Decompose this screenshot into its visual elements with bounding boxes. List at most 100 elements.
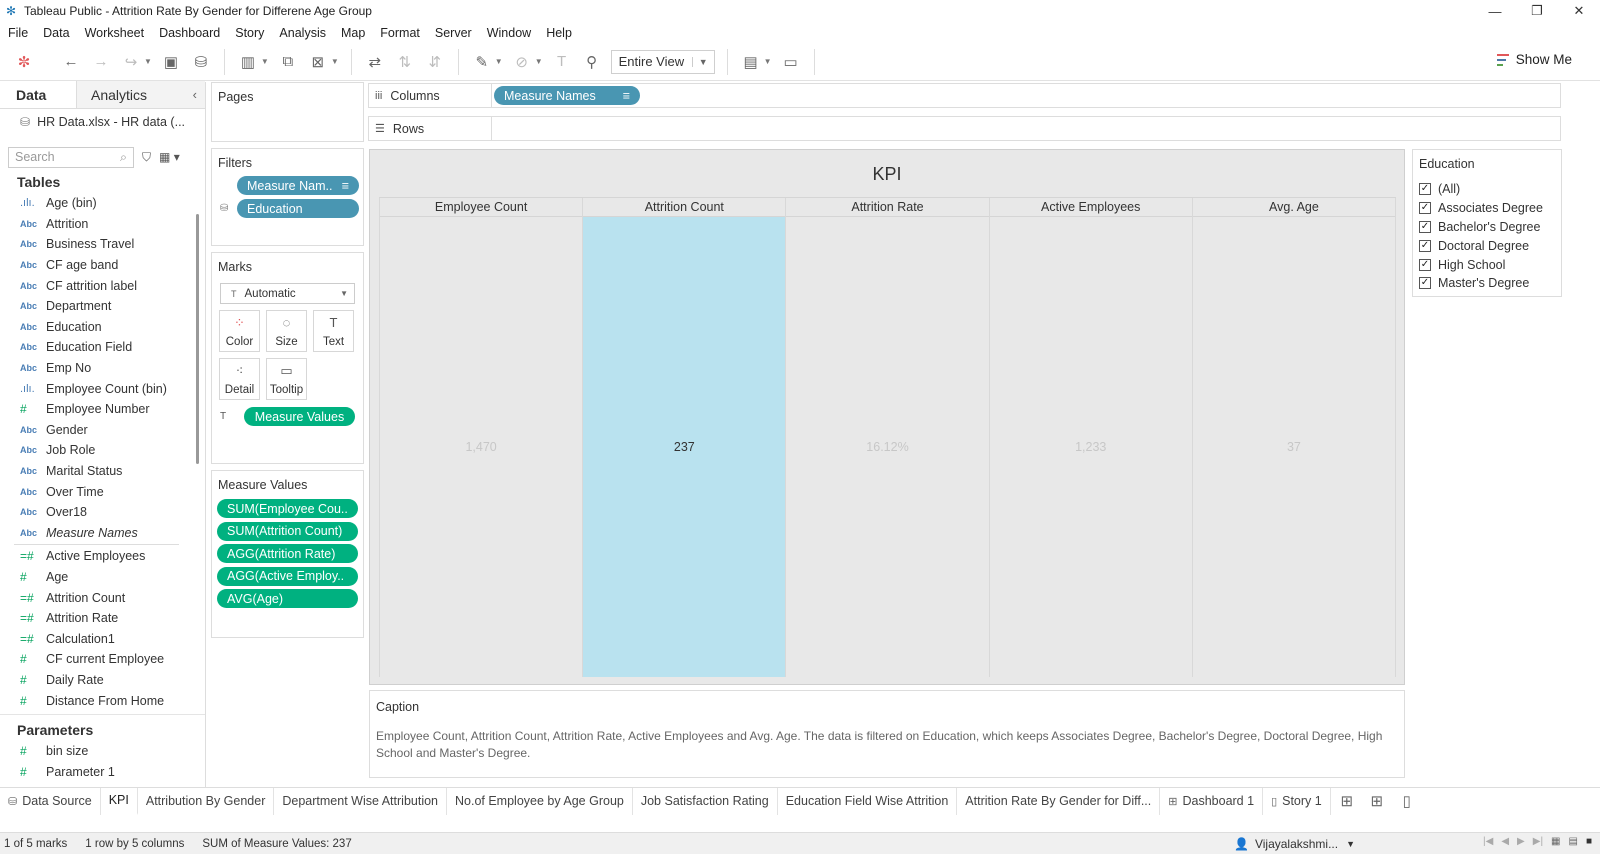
menu-help[interactable]: Help — [546, 26, 572, 40]
marks-color-button[interactable]: ⁘ Color — [219, 310, 260, 352]
filter-pill-education[interactable]: Education — [237, 199, 359, 218]
kpi-column-header[interactable]: Employee Count — [380, 198, 583, 217]
search-input[interactable]: Search ⌕ — [8, 146, 134, 168]
field-item[interactable]: # Employee Number — [0, 399, 205, 420]
filmstrip-view-icon[interactable]: ▤ — [1569, 836, 1578, 847]
chevron-down-icon[interactable]: ▼ — [535, 57, 543, 66]
tabs-view-icon[interactable]: ■ — [1586, 836, 1592, 847]
filter-pill-measure-names[interactable]: Measure Nam.. ≡ — [237, 176, 359, 195]
checkbox-checked-icon[interactable]: ✓ — [1419, 277, 1431, 290]
kpi-value-cell[interactable]: 1,470 — [380, 217, 582, 677]
menu-dashboard[interactable]: Dashboard — [159, 26, 220, 40]
undo-icon[interactable]: ← — [59, 50, 83, 74]
show-mark-labels-icon[interactable]: T — [550, 50, 574, 74]
mark-type-select[interactable]: T Automatic ▼ — [220, 283, 355, 304]
marks-tooltip-button[interactable]: ▭ Tooltip — [266, 358, 307, 400]
field-item[interactable]: # CF current Employee — [0, 649, 205, 670]
field-item[interactable]: .ılı. Age (bin) — [0, 193, 205, 214]
sheet-tab[interactable]: ⊞ Dashboard 1 — [1160, 787, 1264, 815]
menu-window[interactable]: Window — [487, 26, 531, 40]
menu-format[interactable]: Format — [380, 26, 420, 40]
chevron-down-icon[interactable]: ▼ — [764, 57, 772, 66]
columns-shelf[interactable]: iii Columns Measure Names ≡ — [368, 83, 1561, 108]
sheet-tab[interactable]: Attribution By Gender — [138, 787, 275, 815]
menu-analysis[interactable]: Analysis — [279, 26, 326, 40]
close-button[interactable]: ✕ — [1558, 0, 1600, 22]
prev-sheet-icon[interactable]: ◀ — [1501, 836, 1509, 847]
menu-file[interactable]: File — [8, 26, 28, 40]
kpi-value-cell[interactable]: 1,233 — [990, 217, 1192, 677]
field-item[interactable]: .ılı. Employee Count (bin) — [0, 378, 205, 399]
field-item[interactable]: =# Attrition Rate — [0, 608, 205, 629]
field-item[interactable]: Abc CF attrition label — [0, 275, 205, 296]
marks-detail-button[interactable]: ⁖ Detail — [219, 358, 260, 400]
next-sheet-icon[interactable]: ▶ — [1517, 836, 1525, 847]
chevron-down-icon[interactable]: ▼ — [495, 57, 503, 66]
user-menu[interactable]: 👤 Vijayalakshmi... ▼ — [1234, 833, 1355, 855]
field-item[interactable]: Abc Measure Names — [0, 523, 205, 544]
sheet-tab[interactable]: Job Satisfaction Rating — [633, 787, 778, 815]
field-item[interactable]: =# Active Employees — [0, 546, 205, 567]
education-filter-item[interactable]: ✓ (All) — [1419, 180, 1555, 199]
sheet-tab[interactable]: KPI — [100, 787, 138, 815]
sheet-tab[interactable]: No.of Employee by Age Group — [447, 787, 633, 815]
columns-pill-measure-names[interactable]: Measure Names ≡ — [494, 86, 640, 105]
tableau-home-icon[interactable]: ✼ — [12, 50, 36, 74]
parameter-item[interactable]: # bin size — [0, 741, 205, 762]
show-cards-icon[interactable]: ▤ — [739, 50, 763, 74]
field-item[interactable]: # Daily Rate — [0, 670, 205, 691]
kpi-value-cell[interactable]: 16.12% — [786, 217, 988, 677]
new-dashboard-icon[interactable]: ⊞ — [1365, 789, 1389, 813]
education-filter-item[interactable]: ✓ High School — [1419, 255, 1555, 274]
field-item[interactable]: Abc Over18 — [0, 502, 205, 523]
highlight-icon[interactable]: ✎ — [470, 50, 494, 74]
minimize-button[interactable]: — — [1474, 0, 1516, 22]
replay-icon[interactable]: ↪ — [119, 50, 143, 74]
field-item[interactable]: Abc Emp No — [0, 358, 205, 379]
field-item[interactable]: # Distance From Home — [0, 690, 205, 711]
fix-axes-icon[interactable]: ⚲ — [580, 50, 604, 74]
measure-value-pill[interactable]: AGG(Active Employ.. — [217, 566, 358, 586]
kpi-column-header[interactable]: Active Employees — [989, 198, 1192, 217]
rows-shelf[interactable]: ☰ Rows — [368, 116, 1561, 141]
sheet-tab[interactable]: Education Field Wise Attrition — [778, 787, 958, 815]
clear-sheet-icon[interactable]: ⊠ — [306, 50, 330, 74]
new-story-icon[interactable]: ▯ — [1395, 789, 1419, 813]
duplicate-sheet-icon[interactable]: ⧉ — [276, 50, 300, 74]
fields-scrollbar[interactable] — [196, 214, 199, 464]
last-sheet-icon[interactable]: ▶| — [1533, 836, 1543, 847]
field-item[interactable]: Abc Department — [0, 296, 205, 317]
tab-analytics[interactable]: Analytics — [77, 81, 205, 108]
presentation-mode-icon[interactable]: ▭ — [779, 50, 803, 74]
field-item[interactable]: =# Calculation1 — [0, 628, 205, 649]
education-filter-item[interactable]: ✓ Associates Degree — [1419, 199, 1555, 218]
swap-rows-columns-icon[interactable]: ⇄ — [363, 50, 387, 74]
save-icon[interactable]: ▣ — [159, 50, 183, 74]
kpi-column-header[interactable]: Attrition Count — [583, 198, 786, 217]
new-datasource-icon[interactable]: ⛁ — [189, 50, 213, 74]
menu-data[interactable]: Data — [43, 26, 69, 40]
filters-card[interactable]: Filters Measure Nam.. ≡ ⛁ Education — [211, 148, 364, 246]
education-filter-item[interactable]: ✓ Master's Degree — [1419, 274, 1555, 293]
view-options-icon[interactable]: ▦ ▾ — [159, 150, 180, 164]
menu-worksheet[interactable]: Worksheet — [85, 26, 145, 40]
checkbox-checked-icon[interactable]: ✓ — [1419, 258, 1431, 271]
kpi-value-cell[interactable]: 37 — [1193, 217, 1395, 677]
sort-ascending-icon[interactable]: ⇅ — [393, 50, 417, 74]
field-item[interactable]: Abc CF age band — [0, 255, 205, 276]
fit-view-select[interactable]: Entire View ▼ — [610, 49, 715, 74]
sorter-view-icon[interactable]: ▦ — [1551, 836, 1560, 847]
kpi-column-header[interactable]: Attrition Rate — [786, 198, 989, 217]
field-item[interactable]: # Age — [0, 567, 205, 588]
marks-text-button[interactable]: T Text — [313, 310, 354, 352]
redo-icon[interactable]: → — [89, 50, 113, 74]
field-item[interactable]: =# Attrition Count — [0, 587, 205, 608]
measure-value-pill[interactable]: AVG(Age) — [217, 589, 358, 608]
education-filter-item[interactable]: ✓ Doctoral Degree — [1419, 236, 1555, 255]
chevron-down-icon[interactable]: ▼ — [261, 57, 269, 66]
measure-value-pill[interactable]: SUM(Attrition Count) — [217, 521, 358, 541]
marks-pill-measure-values[interactable]: Measure Values — [244, 407, 355, 426]
field-item[interactable]: Abc Job Role — [0, 440, 205, 461]
measure-value-pill[interactable]: SUM(Employee Cou.. — [217, 499, 358, 518]
field-item[interactable]: Abc Attrition — [0, 214, 205, 235]
